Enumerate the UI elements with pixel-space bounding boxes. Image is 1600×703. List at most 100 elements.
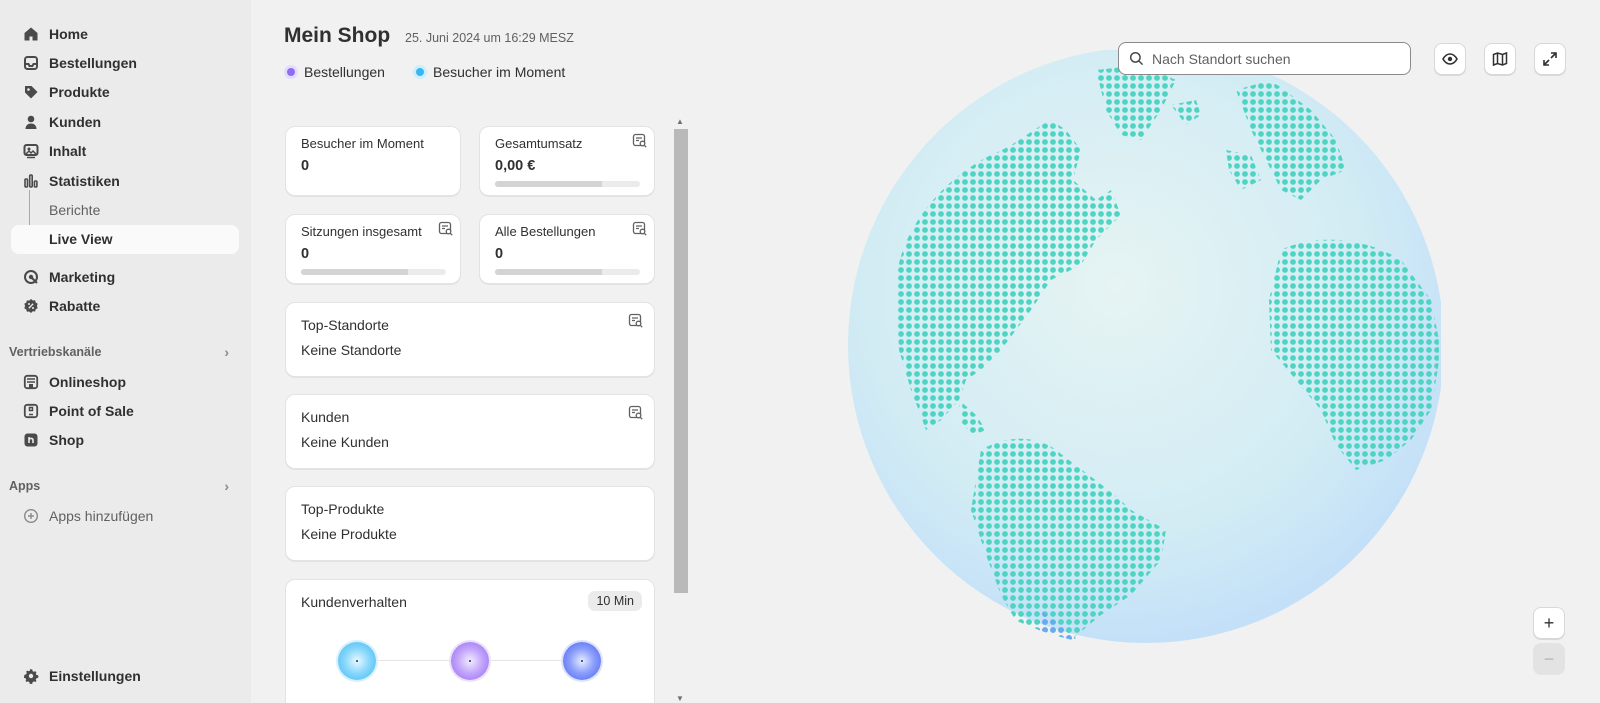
- image-icon: [22, 143, 39, 160]
- sidebar-item-label: Apps hinzufügen: [49, 507, 154, 524]
- funnel-stage-active-carts: [338, 642, 376, 680]
- legend-visitors-dot: [413, 65, 427, 79]
- scrollbar-thumb[interactable]: [674, 129, 688, 593]
- sidebar-item-shop[interactable]: Shop: [0, 426, 251, 455]
- sidebar-item-live-view[interactable]: Live View: [11, 224, 239, 255]
- zoom-out-label: −: [1543, 648, 1555, 669]
- legend-visitors-label: Besucher im Moment: [433, 64, 566, 80]
- fullscreen-button[interactable]: [1534, 43, 1566, 75]
- sidebar-item-reports[interactable]: Berichte: [0, 195, 251, 224]
- search-input[interactable]: [1152, 50, 1392, 67]
- metric-value: 0: [301, 246, 310, 262]
- explore-icon[interactable]: [628, 405, 644, 421]
- toggle-visibility-button[interactable]: [1434, 43, 1466, 75]
- sidebar-item-orders[interactable]: Bestellungen: [0, 48, 251, 77]
- discount-icon: [22, 298, 39, 315]
- sidebar-item-label: Marketing: [49, 268, 116, 285]
- sidebar-item-pos[interactable]: Point of Sale: [0, 396, 251, 425]
- sidebar: Home Bestellungen Produkte Kunden Inhalt…: [0, 0, 251, 703]
- panel-top-products: Top-Produkte Keine Produkte: [285, 486, 655, 561]
- scroll-up-icon[interactable]: ▲: [676, 117, 684, 126]
- sidebar-item-customers[interactable]: Kunden: [0, 107, 251, 136]
- live-view-main: Mein Shop 25. Juni 2024 um 16:29 MESZ Be…: [251, 0, 1600, 703]
- time-window-badge[interactable]: 10 Min: [588, 591, 642, 611]
- map-icon: [1492, 51, 1508, 67]
- inbox-icon: [22, 55, 39, 72]
- sidebar-item-add-apps[interactable]: Apps hinzufügen: [0, 501, 251, 530]
- sidebar-item-label: Berichte: [49, 202, 101, 219]
- chevron-right-icon: ›: [224, 343, 229, 360]
- zoom-out-button[interactable]: −: [1533, 643, 1565, 675]
- panel-top-locations: Top-Standorte Keine Standorte: [285, 302, 655, 377]
- location-search[interactable]: [1118, 42, 1411, 75]
- panel-title: Top-Produkte: [301, 501, 385, 517]
- sidebar-item-label: Live View: [49, 231, 113, 248]
- sidebar-item-label: Onlineshop: [49, 373, 126, 390]
- legend-visitors: Besucher im Moment: [413, 64, 565, 80]
- metric-label: Sitzungen insgesamt: [301, 224, 422, 239]
- metric-card-visitors-now: Besucher im Moment 0: [285, 126, 461, 196]
- metric-card-all-orders: Alle Bestellungen 0: [479, 214, 655, 284]
- sidebar-settings-section: Einstellungen: [0, 662, 251, 691]
- page-title: Mein Shop: [284, 24, 391, 47]
- pos-icon: [22, 402, 39, 419]
- legend-orders: Bestellungen: [284, 64, 385, 80]
- metric-value: 0,00 €: [495, 158, 536, 174]
- map-view-button[interactable]: [1484, 43, 1516, 75]
- funnel-stage-checkout: [451, 642, 489, 680]
- sidebar-item-home[interactable]: Home: [0, 19, 251, 48]
- metric-label: Besucher im Moment: [301, 136, 424, 151]
- sidebar-item-analytics[interactable]: Statistiken: [0, 166, 251, 195]
- sidebar-item-label: Statistiken: [49, 172, 120, 189]
- sidebar-item-marketing[interactable]: Marketing: [0, 262, 251, 291]
- sidebar-item-label: Kunden: [49, 113, 102, 130]
- eye-icon: [1442, 51, 1458, 67]
- apps-heading[interactable]: Apps ›: [0, 471, 251, 501]
- metric-value: 0: [495, 246, 504, 262]
- sidebar-item-products[interactable]: Produkte: [0, 78, 251, 107]
- gear-icon: [22, 668, 39, 685]
- store-icon: [22, 373, 39, 390]
- person-icon: [22, 113, 39, 130]
- explore-icon[interactable]: [632, 221, 648, 237]
- metric-card-sessions: Sitzungen insgesamt 0: [285, 214, 461, 284]
- section-heading-label: Apps: [9, 479, 41, 494]
- explore-icon[interactable]: [632, 133, 648, 149]
- metric-bar: [495, 269, 640, 275]
- metric-bar: [495, 181, 640, 187]
- sales-channels-heading[interactable]: Vertriebskanäle ›: [0, 337, 251, 367]
- scroll-down-icon[interactable]: ▼: [676, 694, 684, 703]
- sidebar-item-settings[interactable]: Einstellungen: [0, 662, 251, 691]
- sidebar-item-label: Inhalt: [49, 143, 87, 160]
- bar-chart-icon: [22, 172, 39, 189]
- metric-value: 0: [301, 158, 310, 174]
- explore-icon[interactable]: [628, 313, 644, 329]
- sidebar-item-discounts[interactable]: Rabatte: [0, 292, 251, 321]
- funnel-stage-purchased: [563, 642, 601, 680]
- panel-customers: Kunden Keine Kunden: [285, 394, 655, 469]
- panel-title: Kunden: [301, 409, 350, 425]
- zoom-in-label: +: [1543, 612, 1555, 633]
- sidebar-item-label: Home: [49, 25, 88, 42]
- globe-map[interactable]: [841, 47, 1444, 650]
- metric-label: Gesamtumsatz: [495, 136, 583, 151]
- panel-title: Top-Standorte: [301, 317, 389, 333]
- sidebar-item-label: Produkte: [49, 84, 110, 101]
- legend-orders-dot: [284, 65, 298, 79]
- sidebar-item-online-store[interactable]: Onlineshop: [0, 367, 251, 396]
- section-heading-label: Vertriebskanäle: [9, 344, 102, 359]
- cards-scrollbar[interactable]: ▲ ▼: [671, 117, 688, 703]
- explore-icon[interactable]: [438, 221, 454, 237]
- home-icon: [22, 25, 39, 42]
- page-date: 25. Juni 2024 um 16:29 MESZ: [405, 31, 574, 45]
- sidebar-item-content[interactable]: Inhalt: [0, 137, 251, 166]
- panel-empty-text: Keine Standorte: [301, 342, 402, 358]
- panel-empty-text: Keine Kunden: [301, 434, 389, 450]
- metric-bar: [301, 269, 446, 275]
- target-icon: [22, 268, 39, 285]
- zoom-in-button[interactable]: +: [1533, 607, 1565, 639]
- sidebar-item-label: Bestellungen: [49, 55, 137, 72]
- chevron-right-icon: ›: [224, 478, 229, 495]
